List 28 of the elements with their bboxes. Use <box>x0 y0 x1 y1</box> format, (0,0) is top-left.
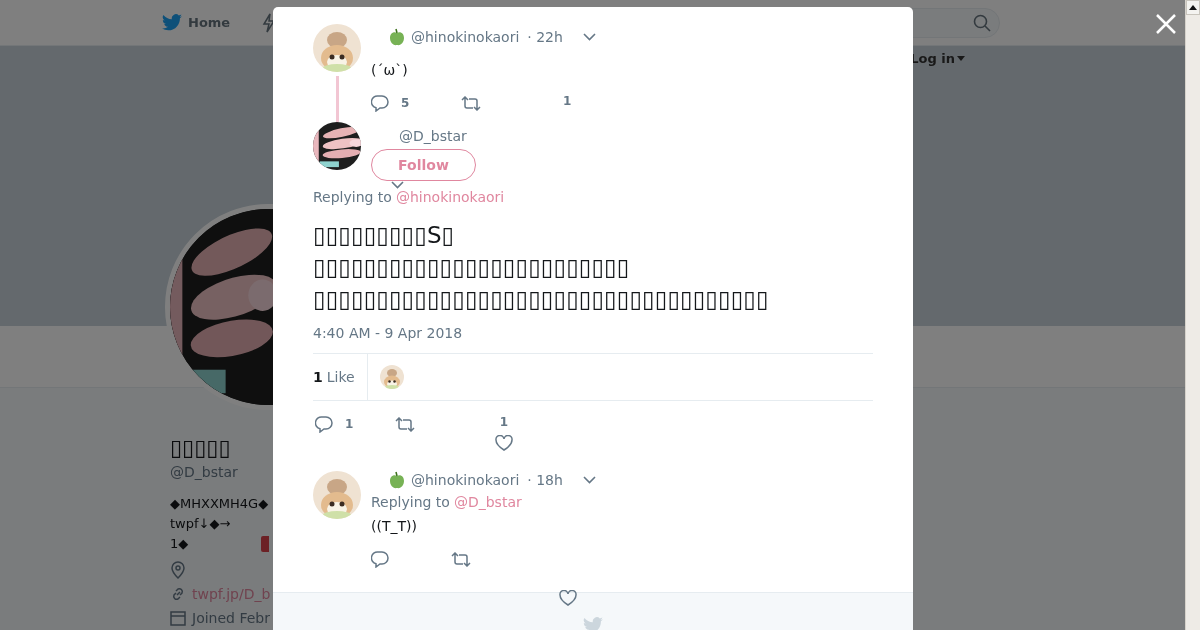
home-link[interactable]: Home <box>162 14 231 31</box>
user-handle[interactable]: @hinokinokaori <box>411 29 520 45</box>
reply-count: 5 <box>401 96 410 110</box>
mention-link[interactable]: @D_bstar <box>453 492 522 512</box>
profile-name: ▯▯▯▯▯ <box>170 434 231 462</box>
follow-button[interactable]: Follow <box>371 149 476 181</box>
profile-handle: @D_bstar <box>170 463 238 482</box>
tweet-time[interactable]: · 22h <box>527 29 563 45</box>
tweet-time[interactable]: · 18h <box>527 472 563 488</box>
tweet-text: ▯▯▯▯▯▯▯▯▯▯▯▯▯▯▯▯▯▯▯▯▯▯▯▯▯▯▯▯▯▯▯▯▯▯▯▯ <box>313 285 769 314</box>
mention-link[interactable]: @hinokinokaori <box>395 187 505 207</box>
tweet-text: ▯▯▯▯▯▯▯▯▯▯▯▯▯▯▯▯▯▯▯▯▯▯▯▯▯ <box>313 253 630 282</box>
tweet-text: (´ω`) <box>371 61 409 80</box>
reply-count: 1 <box>345 417 354 431</box>
profile-bio-line: 1◆ <box>170 535 189 553</box>
like-count: 1 <box>499 415 509 429</box>
tweet-text: ((T_T)) <box>371 517 418 536</box>
likes-count[interactable]: 1 Like <box>313 354 368 400</box>
profile-bio-line: twpf↓◆→ <box>170 515 231 533</box>
user-handle[interactable]: @D_bstar <box>371 127 873 145</box>
user-handle[interactable]: @hinokinokaori <box>411 472 520 488</box>
like-count: 1 <box>563 94 572 108</box>
tweet-timestamp: 4:40 AM - 9 Apr 2018 <box>313 325 464 341</box>
tweet-text: ▯▯▯▯▯▯▯▯▯S▯ <box>313 221 455 250</box>
joined-date: Joined Febr <box>192 610 270 626</box>
replying-to-text: Replying to @D_bstar <box>371 492 523 512</box>
profile-bio-line: ◆MHXXMH4G◆ <box>170 495 269 513</box>
replying-to-text: Replying to @hinokinokaori <box>313 187 506 207</box>
